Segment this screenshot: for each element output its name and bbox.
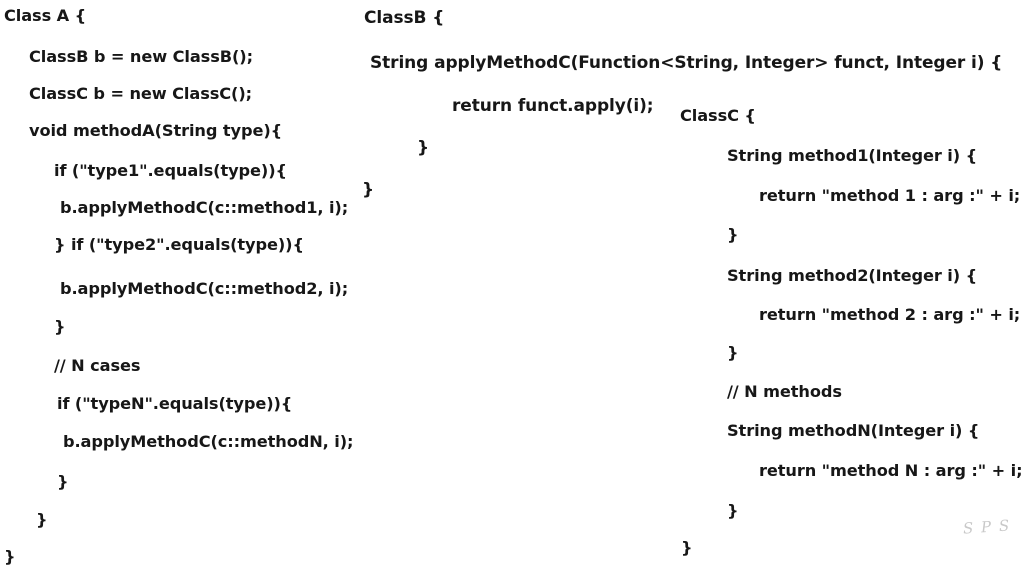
code-line: } (727, 225, 739, 244)
code-diagram-canvas: Class A { ClassB b = new ClassB(); ClassC … (0, 0, 1024, 574)
code-line: return "method 2 : arg :" + i; (759, 305, 1021, 324)
code-line: ClassC { (680, 106, 756, 125)
code-line: ClassC b = new ClassC(); (29, 84, 253, 103)
code-line: return "method N : arg :" + i; (759, 461, 1023, 480)
code-line: if ("typeN".equals(type)){ (57, 394, 293, 413)
code-line: } (681, 538, 693, 557)
code-line: } (727, 501, 739, 520)
code-line: } (727, 343, 739, 362)
code-line: } (362, 180, 375, 200)
code-line: return funct.apply(i); (452, 96, 654, 116)
code-line: b.applyMethodC(c::method2, i); (60, 279, 349, 298)
code-line: } (57, 472, 69, 491)
code-line: } (36, 510, 48, 529)
code-line: b.applyMethodC(c::methodN, i); (63, 432, 354, 451)
code-line: ClassB b = new ClassB(); (29, 47, 253, 66)
code-line: String method1(Integer i) { (727, 146, 978, 165)
code-line: } (417, 138, 430, 158)
code-line: if ("type1".equals(type)){ (54, 161, 287, 180)
watermark-signature: S P S (962, 516, 1012, 538)
code-line: void methodA(String type){ (29, 121, 283, 140)
code-line: } if ("type2".equals(type)){ (54, 235, 304, 254)
code-line: String methodN(Integer i) { (727, 421, 980, 440)
code-line: String applyMethodC(Function<String, Int… (370, 53, 1003, 73)
code-line: ClassB { (364, 8, 445, 28)
code-line: String method2(Integer i) { (727, 266, 978, 285)
code-line: return "method 1 : arg :" + i; (759, 186, 1021, 205)
code-line: Class A { (4, 6, 87, 25)
code-line: } (4, 547, 16, 566)
code-line: b.applyMethodC(c::method1, i); (60, 198, 349, 217)
code-line: } (54, 317, 66, 336)
code-line: // N methods (727, 382, 842, 401)
code-line: // N cases (54, 356, 141, 375)
